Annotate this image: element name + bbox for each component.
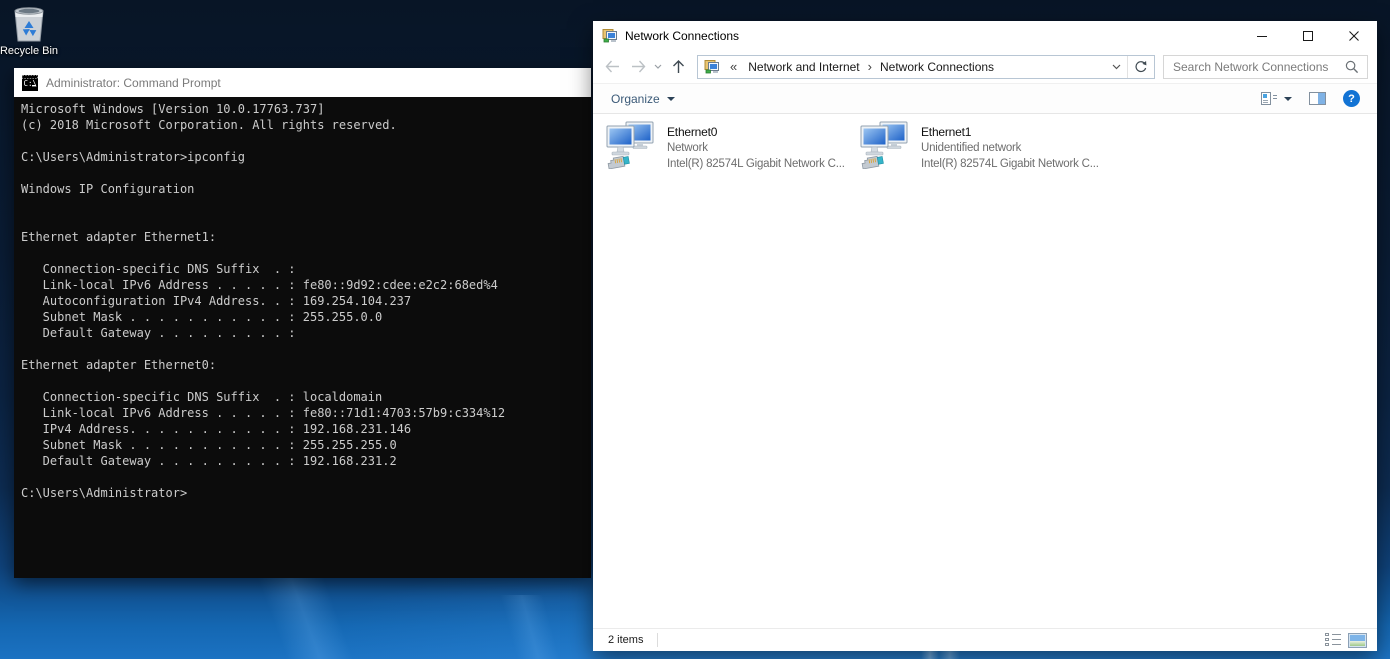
status-bar: 2 items — [593, 628, 1377, 651]
explorer-window-title: Network Connections — [625, 28, 740, 43]
network-adapter-icon — [860, 121, 908, 169]
network-adapter-icon — [606, 121, 654, 169]
recycle-bin-label: Recycle Bin — [0, 45, 59, 57]
network-adapter-item-ethernet1[interactable]: Ethernet1 Unidentified network Intel(R) … — [860, 121, 1106, 172]
back-arrow-icon — [605, 60, 619, 73]
minimize-button[interactable] — [1239, 21, 1285, 50]
large-icons-view-button[interactable] — [1348, 632, 1367, 648]
close-icon — [1349, 30, 1359, 41]
search-icon[interactable] — [1345, 60, 1359, 74]
chevron-down-icon — [1112, 64, 1120, 69]
network-connections-icon — [602, 28, 617, 42]
close-button[interactable] — [1331, 21, 1377, 50]
breadcrumb-network-and-internet[interactable]: Network and Internet — [742, 60, 865, 74]
minimize-icon — [1257, 35, 1267, 37]
adapter-device: Intel(R) 82574L Gigabit Network C... — [921, 158, 1099, 170]
view-icon-thumb — [1263, 93, 1267, 98]
address-bar[interactable]: « Network and Internet › Network Connect… — [697, 54, 1155, 79]
explorer-titlebar[interactable]: Network Connections — [593, 21, 1377, 50]
change-view-button[interactable] — [1261, 91, 1277, 106]
preview-pane-icon — [1318, 93, 1325, 104]
recent-locations-button[interactable] — [651, 54, 665, 80]
thumbnail-view-icon — [1350, 634, 1365, 646]
command-toolbar: Organize ? — [593, 83, 1377, 114]
network-adapter-text: Ethernet0 Network Intel(R) 82574L Gigabi… — [667, 124, 845, 172]
search-box — [1163, 54, 1368, 79]
breadcrumb-separator-icon: › — [867, 59, 872, 74]
breadcrumb-network-connections[interactable]: Network Connections — [874, 60, 1000, 74]
recycle-bin-shortcut[interactable]: Recycle Bin — [0, 1, 66, 57]
preview-pane-button[interactable] — [1309, 92, 1326, 105]
up-button[interactable] — [665, 54, 691, 80]
wallpaper-light-beam — [210, 575, 400, 659]
organize-label: Organize — [611, 91, 660, 106]
cmd-console-output[interactable]: Microsoft Windows [Version 10.0.17763.73… — [14, 97, 591, 578]
refresh-icon — [1135, 60, 1147, 72]
search-input[interactable] — [1164, 59, 1341, 74]
adapter-status: Network — [667, 142, 708, 154]
adapter-device: Intel(R) 82574L Gigabit Network C... — [667, 158, 845, 170]
forward-button[interactable] — [625, 54, 651, 80]
back-button[interactable] — [599, 54, 625, 80]
network-adapter-item-ethernet0[interactable]: Ethernet0 Network Intel(R) 82574L Gigabi… — [606, 121, 852, 172]
explorer-window: Network Connections « Network and Intern… — [593, 21, 1377, 651]
refresh-button[interactable] — [1128, 56, 1154, 78]
toolbar-right-group: ? — [1261, 90, 1360, 107]
cmd-icon: C:\ — [22, 74, 38, 91]
chevron-down-icon — [666, 96, 675, 101]
items-count: 2 items — [608, 634, 644, 646]
help-button[interactable]: ? — [1343, 90, 1360, 107]
status-bar-divider — [657, 633, 659, 647]
status-view-switcher — [1325, 632, 1367, 648]
chevron-down-icon — [654, 64, 662, 69]
network-connections-icon — [704, 59, 719, 73]
cmd-window-title: Administrator: Command Prompt — [46, 75, 221, 90]
recycle-bin-icon — [14, 7, 44, 42]
cmd-window: C:\ Administrator: Command Prompt Micros… — [14, 68, 591, 578]
adapter-name: Ethernet0 — [667, 125, 718, 139]
adapter-name: Ethernet1 — [921, 125, 972, 139]
address-dropdown-button[interactable] — [1105, 56, 1127, 78]
items-view[interactable]: Ethernet0 Network Intel(R) 82574L Gigabi… — [593, 114, 1377, 628]
svg-text:C:\: C:\ — [24, 79, 38, 88]
chevron-down-icon[interactable] — [1284, 96, 1292, 101]
network-adapter-text: Ethernet1 Unidentified network Intel(R) … — [921, 124, 1099, 172]
details-view-button[interactable] — [1325, 633, 1342, 647]
wallpaper-light-beam — [450, 595, 610, 659]
cmd-titlebar[interactable]: C:\ Administrator: Command Prompt — [14, 68, 591, 97]
maximize-button[interactable] — [1285, 21, 1331, 50]
forward-arrow-icon — [631, 60, 645, 73]
breadcrumb-collapsed-marker[interactable]: « — [725, 59, 742, 74]
navigation-bar: « Network and Internet › Network Connect… — [593, 50, 1377, 83]
maximize-icon — [1303, 30, 1313, 41]
adapter-status: Unidentified network — [921, 142, 1022, 154]
help-question-icon: ? — [1348, 92, 1355, 105]
up-arrow-icon — [672, 59, 684, 73]
window-caption-controls — [1239, 21, 1377, 50]
organize-button[interactable]: Organize — [611, 92, 675, 106]
